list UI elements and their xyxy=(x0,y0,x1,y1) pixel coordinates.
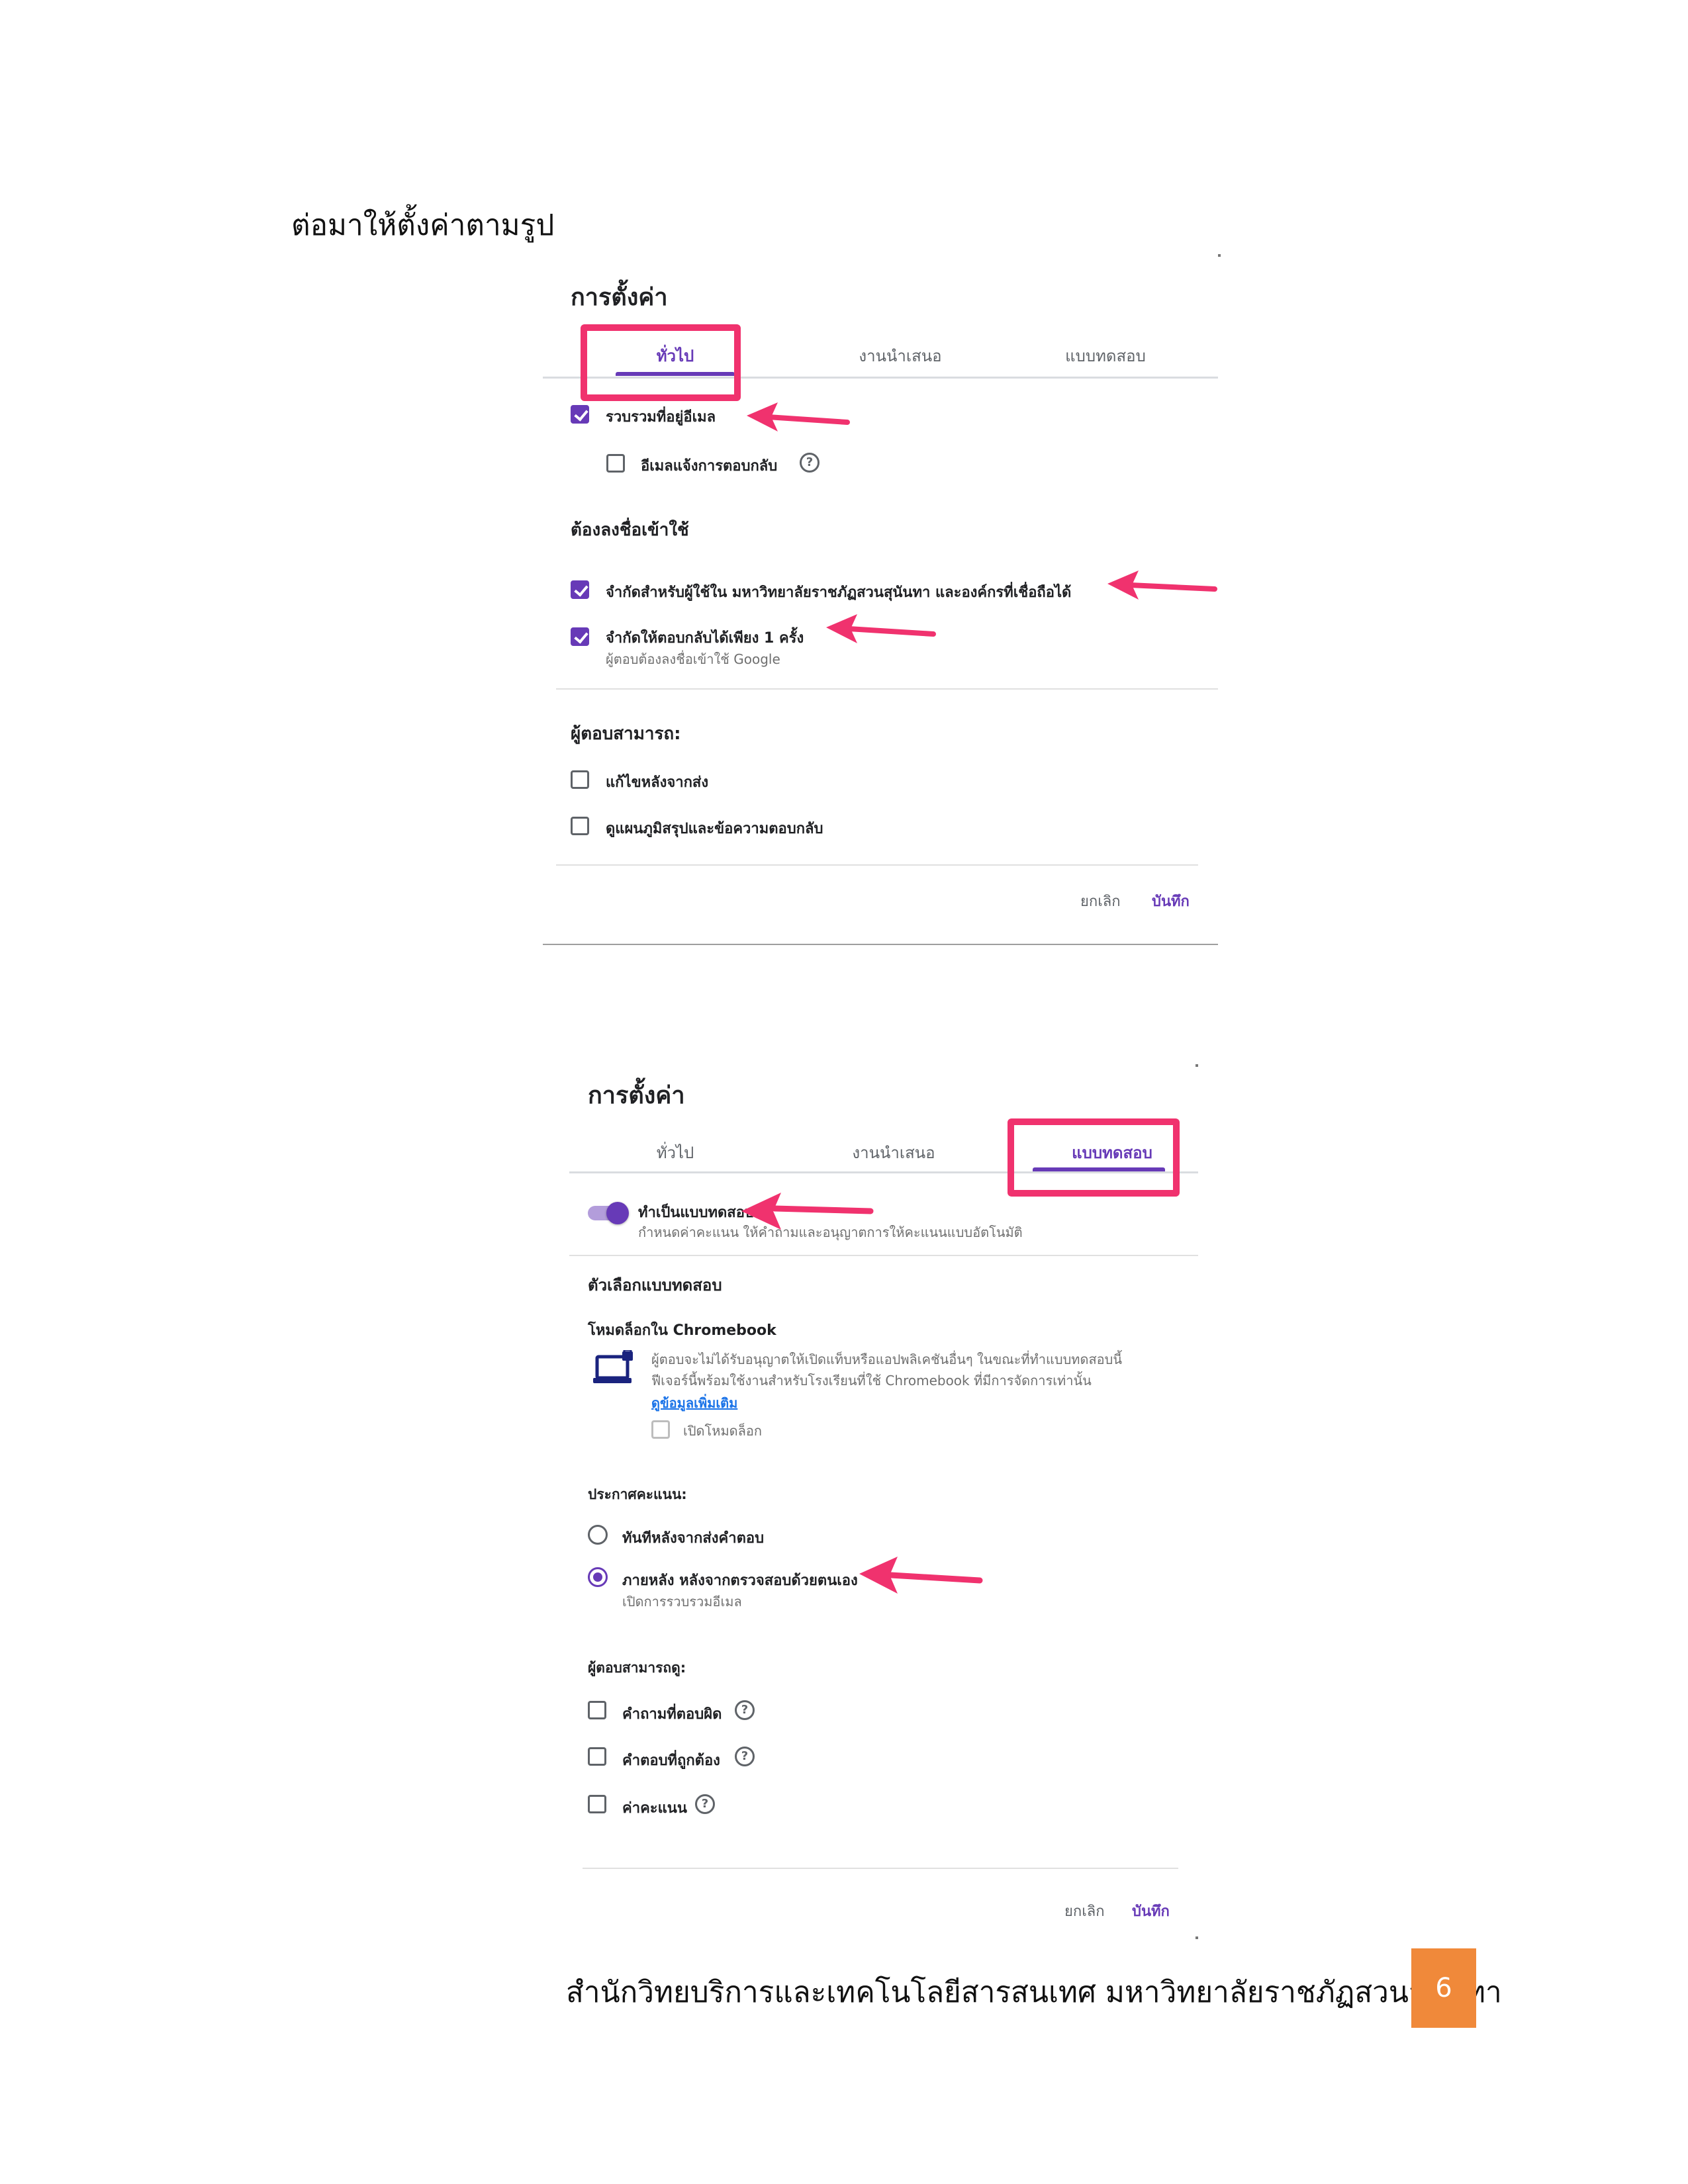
panel-bottom-edge xyxy=(543,944,1218,945)
settings-title: การตั้งค่า xyxy=(571,284,668,311)
arrow-pointer-icon xyxy=(859,1557,983,1594)
collect-email-checkbox[interactable] xyxy=(571,405,589,424)
correct-answers-checkbox[interactable] xyxy=(588,1747,606,1766)
intro-text: ต่อมาให้ตั้งค่าตามรูป xyxy=(291,208,555,242)
email-receipt-label: อีเมลแจ้งการตอบกลับ xyxy=(641,458,778,475)
settings-panel-general: การตั้งค่า ทั่วไป งานนำเสนอ แบบทดสอบ รวบ… xyxy=(543,251,1221,946)
help-icon[interactable]: ? xyxy=(695,1794,715,1814)
locked-mode-desc-1: ผู้ตอบจะไม่ได้รับอนุญาตให้เปิดแท็บหรือแอ… xyxy=(651,1351,1123,1367)
restrict-users-checkbox[interactable] xyxy=(571,580,589,599)
point-values-label: ค่าคะแนน xyxy=(622,1800,687,1817)
locked-mode-title: โหมดล็อกใน Chromebook xyxy=(588,1322,776,1339)
save-button[interactable]: บันทึก xyxy=(1152,889,1190,913)
locked-mode-desc-2: ฟีเจอร์นี้พร้อมใช้งานสำหรับโรงเรียนที่ใช… xyxy=(651,1373,1092,1388)
tab-general[interactable]: ทั่วไป xyxy=(622,1140,728,1165)
correct-answers-label: คำตอบที่ถูกต้อง xyxy=(622,1752,720,1769)
help-icon[interactable]: ? xyxy=(735,1700,755,1720)
respondents-can-see-heading: ผู้ตอบสามารถดู: xyxy=(588,1660,686,1676)
footer-divider xyxy=(556,864,1198,866)
tab-presentation[interactable]: งานนำเสนอ xyxy=(808,343,993,369)
restrict-users-label: จำกัดสำหรับผู้ใช้ใน มหาวิทยาลัยราชภัฏสวน… xyxy=(606,584,1072,601)
see-summary-checkbox[interactable] xyxy=(571,817,589,835)
release-grade-heading: ประกาศคะแนน: xyxy=(588,1486,687,1502)
footer-institution: สำนักวิทยบริการและเทคโนโลยีสารสนเทศ มหาว… xyxy=(566,1976,1502,2009)
make-quiz-toggle-knob[interactable] xyxy=(606,1202,629,1224)
save-button[interactable]: บันทึก xyxy=(1132,1899,1170,1923)
edit-after-submit-checkbox[interactable] xyxy=(571,770,589,789)
highlight-box-quizzes-tab xyxy=(1008,1118,1180,1197)
section-divider xyxy=(569,1255,1198,1256)
limit-one-response-checkbox[interactable] xyxy=(571,627,589,646)
tab-quizzes[interactable]: แบบทดสอบ xyxy=(1033,343,1178,369)
learn-more-link[interactable]: ดูข้อมูลเพิ่มเติม xyxy=(651,1392,737,1414)
limit-one-response-hint: ผู้ตอบต้องลงชื่อเข้าใช้ Google xyxy=(606,651,780,667)
help-icon[interactable]: ? xyxy=(735,1747,755,1766)
release-later-label: ภายหลัง หลังจากตรวจสอบด้วยตนเอง xyxy=(622,1572,858,1589)
missed-questions-label: คำถามที่ตอบผิด xyxy=(622,1706,722,1723)
page-number: 6 xyxy=(1435,1973,1452,2003)
arrow-pointer-icon xyxy=(747,402,850,432)
chromebook-lock-icon xyxy=(593,1350,633,1383)
settings-title: การตั้งค่า xyxy=(588,1082,685,1109)
cancel-button[interactable]: ยกเลิก xyxy=(1064,1899,1105,1923)
collect-email-label: รวบรวมที่อยู่อีเมล xyxy=(606,409,716,426)
point-values-checkbox[interactable] xyxy=(588,1795,606,1813)
release-later-radio[interactable] xyxy=(588,1567,608,1587)
corner-mark xyxy=(1218,254,1221,257)
limit-one-response-label: จำกัดให้ตอบกลับได้เพียง 1 ครั้ง xyxy=(606,630,804,647)
cancel-button[interactable]: ยกเลิก xyxy=(1080,889,1121,913)
email-receipt-checkbox[interactable] xyxy=(606,454,625,473)
page-number-badge: 6 xyxy=(1411,1948,1476,2028)
settings-panel-quizzes: การตั้งค่า ทั่วไป งานนำเสนอ แบบทดสอบ ทำเ… xyxy=(569,1059,1198,1946)
section-divider xyxy=(556,688,1218,690)
enable-locked-mode-checkbox[interactable] xyxy=(651,1420,670,1439)
highlight-box-general-tab xyxy=(581,324,741,401)
see-summary-label: ดูแผนภูมิสรุปและข้อความตอบกลับ xyxy=(606,821,823,837)
respondents-can-heading: ผู้ตอบสามารถ: xyxy=(571,724,681,744)
missed-questions-checkbox[interactable] xyxy=(588,1701,606,1719)
edit-after-submit-label: แก้ไขหลังจากส่ง xyxy=(606,774,709,791)
arrow-pointer-icon xyxy=(1107,570,1217,600)
footer-divider xyxy=(583,1868,1178,1869)
corner-mark xyxy=(1196,1064,1198,1067)
corner-mark xyxy=(1196,1936,1198,1939)
release-immediately-radio[interactable] xyxy=(588,1525,608,1545)
release-immediately-label: ทันทีหลังจากส่งคำตอบ xyxy=(622,1530,765,1547)
arrow-pointer-icon xyxy=(741,1193,874,1230)
help-icon[interactable]: ? xyxy=(800,453,820,473)
release-later-hint: เปิดการรวบรวมอีเมล xyxy=(622,1594,742,1610)
quiz-options-heading: ตัวเลือกแบบทดสอบ xyxy=(588,1276,722,1295)
enable-locked-mode-label: เปิดโหมดล็อก xyxy=(683,1423,762,1439)
arrow-pointer-icon xyxy=(826,614,936,643)
tab-presentation[interactable]: งานนำเสนอ xyxy=(814,1140,973,1165)
signin-heading: ต้องลงชื่อเข้าใช้ xyxy=(571,520,689,540)
